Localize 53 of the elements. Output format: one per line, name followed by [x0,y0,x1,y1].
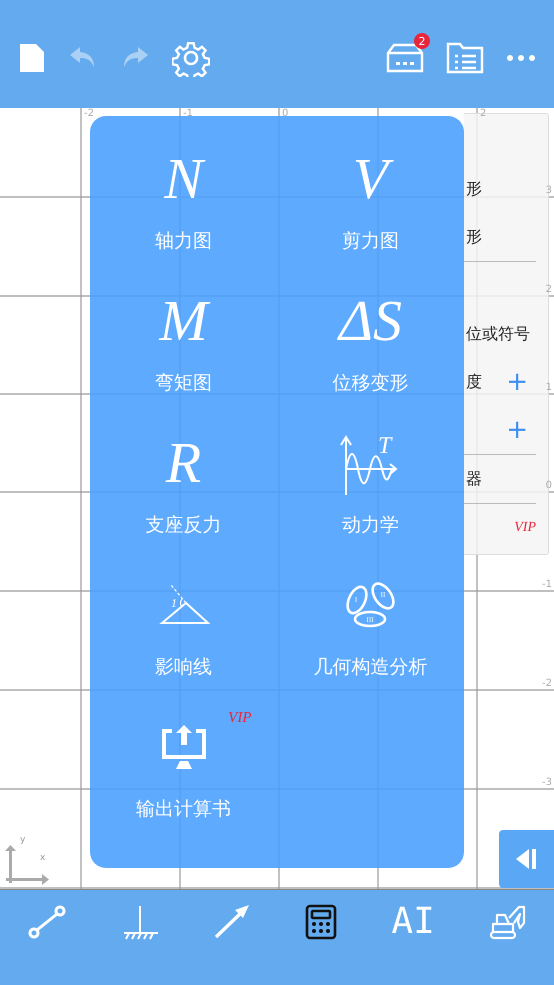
fixed-support-icon[interactable] [121,904,160,940]
menu-item[interactable]: 弯矩图 [155,370,212,396]
symbol-label: M [151,286,216,356]
axis-label: y [20,835,26,845]
axes-icon [4,845,50,885]
influence-line-drawing: 1 [158,583,210,627]
axis-tick-label: -1 [542,579,552,590]
menu-item[interactable]: 输出计算书 [136,796,231,822]
axis-label: x [40,853,46,863]
inbox-icon[interactable] [386,43,424,73]
option-label[interactable]: 器 [466,468,482,490]
more-icon[interactable] [506,54,536,62]
symbol-label: N [156,144,211,214]
axis-tick-label: 2 [480,108,486,119]
symbol-label: ΔS [336,287,404,356]
menu-item[interactable]: 位移变形 [332,370,408,396]
settings-icon[interactable] [172,39,210,77]
option-label[interactable]: 位或符号 [466,324,530,344]
menu-item[interactable]: 轴力图 [155,228,212,254]
collapse-button[interactable] [499,830,554,888]
menu-item[interactable]: 动力学 [342,512,399,538]
member-line-icon[interactable] [27,904,68,940]
axis-tick-label: 3 [546,185,552,196]
axis-tick-label: -2 [542,678,552,689]
axis-tick-label: -3 [542,777,552,788]
excavator-icon[interactable] [488,904,527,940]
menu-item[interactable]: 几何构造分析 [314,654,428,680]
menu-item[interactable]: 剪力图 [342,228,399,254]
axis-tick-label: 1 [546,382,552,393]
option-label: 度 [466,372,482,392]
axis-tick-label: -1 [183,108,193,119]
option-label[interactable]: 形 [466,178,482,200]
axis-tick-label: -2 [84,108,94,119]
ai-button[interactable]: AI [391,904,435,940]
plus-button[interactable]: + [498,417,536,443]
symbol-label: R [164,429,202,498]
axis-tick-label: 2 [546,284,552,295]
dynamics-drawing: T [338,431,404,495]
arrow-icon[interactable] [213,904,252,940]
vip-label: VIP [514,520,536,536]
notification-badge: 2 [414,33,430,49]
monitor-upload-icon [160,725,208,769]
menu-item[interactable]: 影响线 [155,654,212,680]
symbol-label: V [344,144,396,214]
option-label[interactable]: 形 [466,226,482,248]
calculator-icon[interactable] [305,904,338,940]
axis-tick-label: 0 [546,480,552,491]
vip-label: VIP [228,710,252,727]
collapse-icon [516,848,538,870]
menu-item[interactable]: 支座反力 [146,512,222,538]
file-icon[interactable] [18,42,46,74]
list-icon[interactable] [446,42,484,74]
plus-button[interactable]: + [498,369,536,395]
